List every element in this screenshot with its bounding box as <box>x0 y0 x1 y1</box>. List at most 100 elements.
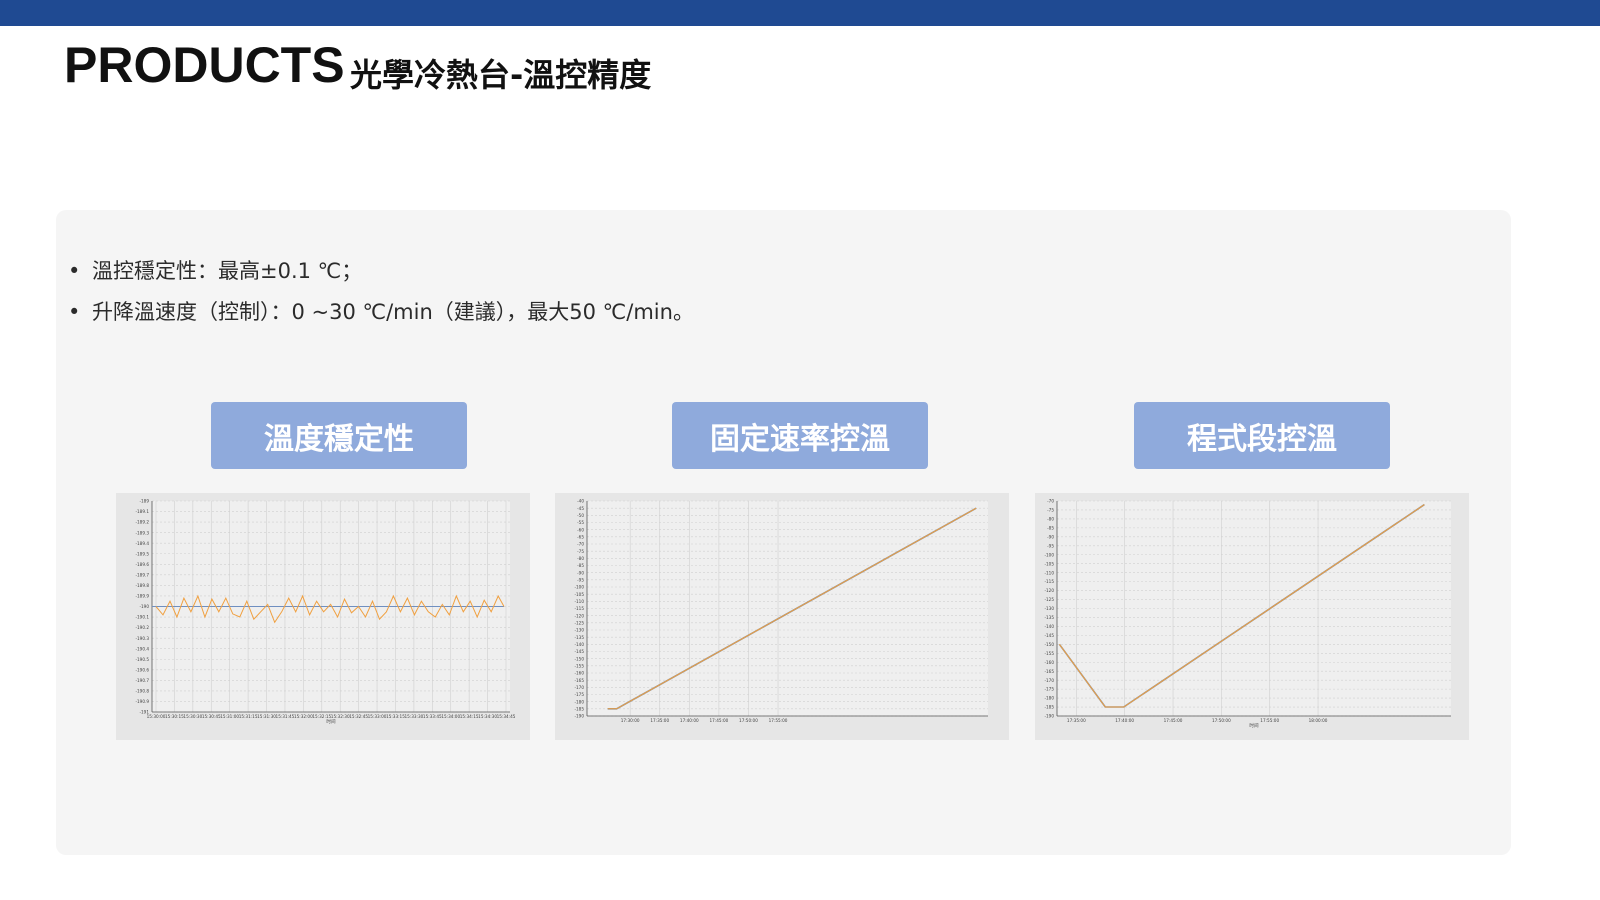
y-tick-label: -100 <box>1044 552 1054 557</box>
y-tick-label: -80 <box>577 556 584 561</box>
y-tick-label: -189.3 <box>136 530 150 535</box>
y-tick-label: -90 <box>577 570 584 575</box>
top-accent-bar <box>0 0 1600 26</box>
x-tick-label: 15:34:30 <box>478 714 497 719</box>
y-tick-label: -185 <box>574 706 584 711</box>
x-tick-label: 15:31:15 <box>239 714 258 719</box>
y-tick-label: -190.5 <box>136 657 150 662</box>
x-tick-label: 17:30:00 <box>621 718 640 723</box>
y-tick-label: -75 <box>577 549 584 554</box>
x-tick-label: 15:32:30 <box>331 714 350 719</box>
x-tick-label: 15:32:45 <box>349 714 368 719</box>
chart-stability: -189 -189.1 -189.2 -189.3 -189.4 -189.5 -189.6… <box>116 493 530 740</box>
y-tick-label: -150 <box>574 656 584 661</box>
y-tick-label: -145 <box>1044 633 1054 638</box>
y-tick-label: -190.3 <box>136 636 150 641</box>
y-tick-label: -189.1 <box>136 509 150 514</box>
y-tick-label: -175 <box>574 692 584 697</box>
y-tick-label: -95 <box>577 577 584 582</box>
y-tick-label: -150 <box>1044 642 1054 647</box>
y-tick-label: -190 <box>1044 714 1054 719</box>
y-tick-label: -189 <box>139 499 149 504</box>
y-tick-label: -95 <box>1047 543 1054 548</box>
x-tick-label: 15:31:00 <box>220 714 239 719</box>
chart-program-segment: -70 -75 -80 -85 -90 -95 -100 -105 -110 -115 -120 -1… <box>1035 493 1469 740</box>
x-axis-title: 时间 <box>326 718 336 725</box>
x-tick-label: 15:32:15 <box>312 714 331 719</box>
y-tick-label: -60 <box>577 527 584 532</box>
x-tick-label: 15:34:00 <box>441 714 460 719</box>
y-tick-label: -190.7 <box>136 678 150 683</box>
x-tick-label: 15:31:45 <box>276 714 295 719</box>
x-tick-label: 15:30:30 <box>183 714 202 719</box>
y-tick-label: -190.4 <box>136 646 150 651</box>
x-tick-label: 17:40:00 <box>680 718 699 723</box>
y-tick-label: -85 <box>1047 525 1054 530</box>
y-tick-label: -110 <box>574 599 584 604</box>
y-tick-label: -155 <box>574 663 584 668</box>
chart-stability-svg: -189 -189.1 -189.2 -189.3 -189.4 -189.5 -189.6… <box>136 499 516 725</box>
x-tick-label: 15:33:00 <box>368 714 387 719</box>
y-tick-label: -130 <box>574 628 584 633</box>
spec-item-ramp-rate: 升降溫速度（控制）：0 ~30 ℃/min（建議），最大50 ℃/min。 <box>66 297 694 338</box>
y-tick-label: -120 <box>574 613 584 618</box>
chart-fixed-rate-svg: -40 -45 -50 -55 -60 -65 -70 -75 -80 -85 -90 -95 -100… <box>574 499 988 723</box>
y-tick-label: -140 <box>574 642 584 647</box>
y-tick-label: -189.7 <box>136 572 150 577</box>
x-tick-label: 17:55:00 <box>1260 718 1279 723</box>
y-tick-label: -189.2 <box>136 520 150 525</box>
y-tick-label: -180 <box>574 699 584 704</box>
y-tick-label: -190.2 <box>136 625 150 630</box>
y-tick-label: -189.6 <box>136 562 150 567</box>
x-tick-label: 17:45:00 <box>1164 718 1183 723</box>
y-tick-label: -45 <box>577 506 584 511</box>
chart-fixed-rate: -40 -45 -50 -55 -60 -65 -70 -75 -80 -85 -90 -95 -100… <box>555 493 1009 740</box>
x-tick-label: 15:33:45 <box>423 714 442 719</box>
y-tick-label: -140 <box>1044 624 1054 629</box>
y-tick-label: -185 <box>1044 705 1054 710</box>
y-tick-label: -70 <box>1047 499 1054 504</box>
chart-program-segment-svg: -70 -75 -80 -85 -90 -95 -100 -105 -110 -115 -120 -1… <box>1044 499 1451 729</box>
y-tick-label: -145 <box>574 649 584 654</box>
y-tick-label: -175 <box>1044 687 1054 692</box>
x-tick-label: 18:00:00 <box>1309 718 1328 723</box>
y-tick-label: -105 <box>574 592 584 597</box>
y-tick-label: -165 <box>1044 669 1054 674</box>
x-tick-label: 17:50:00 <box>739 718 758 723</box>
x-tick-label: 17:45:00 <box>709 718 728 723</box>
y-tick-label: -190 <box>574 714 584 719</box>
y-tick-label: -170 <box>574 685 584 690</box>
y-tick-label: -190 <box>139 604 149 609</box>
y-tick-label: -55 <box>577 520 584 525</box>
x-tick-label: 17:35:00 <box>650 718 669 723</box>
y-tick-label: -75 <box>1047 508 1054 513</box>
y-tick-label: -189.9 <box>136 594 150 599</box>
y-tick-label: -189.4 <box>136 541 150 546</box>
label-temperature-stability: 溫度穩定性 <box>211 402 467 469</box>
x-tick-label: 15:30:45 <box>202 714 221 719</box>
x-tick-label: 15:30:15 <box>165 714 184 719</box>
label-program-segment-control: 程式段控溫 <box>1134 402 1390 469</box>
y-tick-label: -135 <box>1044 615 1054 620</box>
x-tick-label: 15:31:30 <box>257 714 276 719</box>
y-tick-label: -135 <box>574 635 584 640</box>
y-tick-label: -165 <box>574 678 584 683</box>
y-tick-label: -120 <box>1044 588 1054 593</box>
x-tick-label: 15:34:15 <box>460 714 479 719</box>
page-title: PRODUCTS <box>64 37 345 93</box>
y-tick-label: -190.1 <box>136 615 150 620</box>
y-tick-label: -80 <box>1047 517 1054 522</box>
x-tick-label: 15:33:15 <box>386 714 405 719</box>
y-tick-label: -190.8 <box>136 689 150 694</box>
y-tick-label: -130 <box>1044 606 1054 611</box>
x-tick-label: 15:33:30 <box>404 714 423 719</box>
y-tick-label: -115 <box>1044 579 1054 584</box>
y-tick-label: -85 <box>577 563 584 568</box>
y-tick-label: -115 <box>574 606 584 611</box>
x-tick-label: 15:34:45 <box>497 714 516 719</box>
y-tick-label: -125 <box>1044 597 1054 602</box>
y-tick-label: -170 <box>1044 678 1054 683</box>
y-tick-label: -50 <box>577 513 584 518</box>
y-tick-label: -180 <box>1044 696 1054 701</box>
spec-list: 溫控穩定性：最高±0.1 ℃； 升降溫速度（控制）：0 ~30 ℃/min（建議… <box>66 256 694 338</box>
